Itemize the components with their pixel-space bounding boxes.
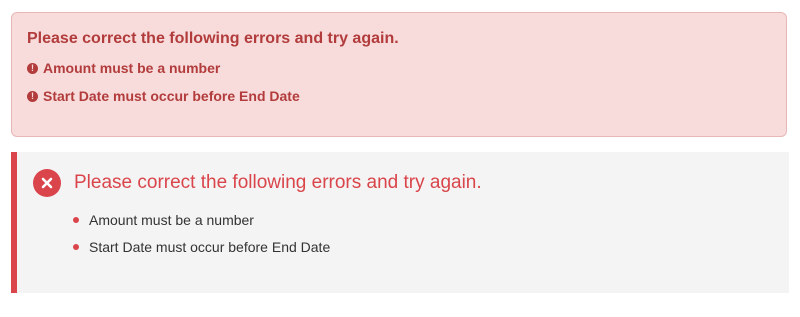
error-text: Start Date must occur before End Date	[43, 88, 300, 104]
error-text: Amount must be a number	[43, 60, 221, 76]
exclamation-circle-icon: !	[27, 90, 38, 102]
alert-title: Please correct the following errors and …	[27, 30, 399, 47]
error-item: Start Date must occur before End Date	[73, 238, 789, 256]
alert-title: Please correct the following errors and …	[74, 172, 482, 193]
error-item: Amount must be a number	[73, 211, 789, 229]
error-item: ! Start Date must occur before End Date	[27, 87, 786, 105]
bullet-icon	[73, 217, 79, 223]
error-list: Amount must be a number Start Date must …	[17, 211, 789, 256]
error-alert-bordered: Please correct the following errors and …	[11, 152, 789, 293]
x-circle-icon	[33, 169, 61, 197]
error-item: ! Amount must be a number	[27, 59, 786, 77]
alert-header: Please correct the following errors and …	[17, 169, 789, 197]
error-text: Amount must be a number	[89, 212, 254, 228]
error-alert-compact: Please correct the following errors and …	[11, 12, 787, 137]
error-list: ! Amount must be a number ! Start Date m…	[27, 59, 786, 105]
bullet-icon	[73, 244, 79, 250]
exclamation-circle-icon: !	[27, 62, 38, 74]
error-text: Start Date must occur before End Date	[89, 239, 331, 255]
